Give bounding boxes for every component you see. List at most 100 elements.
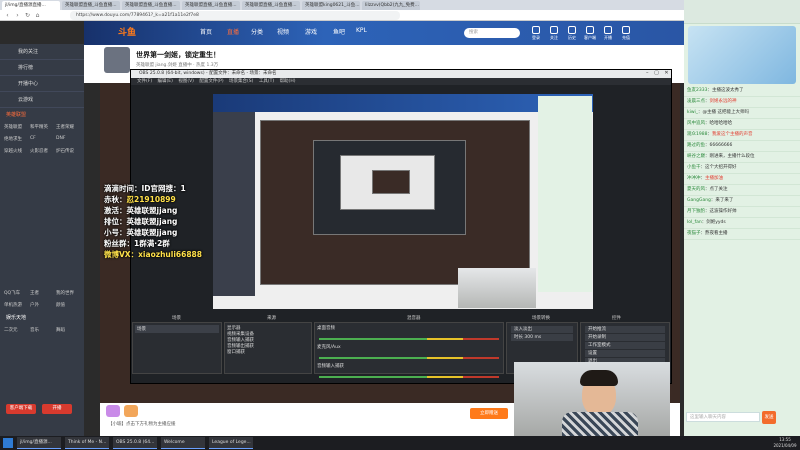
- forward-icon[interactable]: ›: [14, 12, 21, 19]
- obs-title-bar: OBS 25.0.8 (64-bit, windows) - 配置文件：未命名 …: [131, 70, 671, 78]
- avatar[interactable]: [104, 47, 130, 73]
- chat-user: 峡谷之巅: [687, 154, 705, 159]
- back-icon[interactable]: ‹: [4, 12, 11, 19]
- category-link[interactable]: 户外: [30, 302, 54, 308]
- download-client-button[interactable]: 客户端下载: [6, 404, 36, 414]
- menu-help[interactable]: 帮助(H): [280, 79, 296, 84]
- start-recording-button[interactable]: 开始录制: [585, 334, 665, 341]
- taskbar-item[interactable]: Think of Me - N...: [65, 437, 109, 449]
- sidebar-item-follow[interactable]: 我的关注: [0, 44, 84, 60]
- category-link[interactable]: 王者: [30, 290, 54, 296]
- start-broadcast-button[interactable]: 开播: [42, 404, 72, 414]
- category-link[interactable]: 单机热游: [4, 302, 28, 308]
- start-streaming-button[interactable]: 开始推流: [585, 326, 665, 333]
- taskbar-item[interactable]: OBS 25.0.8 (64...: [113, 437, 157, 449]
- nav-live[interactable]: 直播: [227, 27, 239, 36]
- preview-chat: [538, 96, 592, 292]
- nav-home[interactable]: 首页: [200, 27, 212, 36]
- browser-tab[interactable]: jl/img/直播源直播...: [2, 1, 60, 10]
- windows-start-icon[interactable]: [3, 438, 13, 448]
- category-link[interactable]: 音乐: [30, 327, 54, 333]
- search-input[interactable]: 搜索: [464, 28, 520, 38]
- window-controls[interactable]: – ▢ ✕: [646, 70, 669, 76]
- category-link[interactable]: 王者荣耀: [56, 124, 80, 130]
- follow-icon[interactable]: 关注: [546, 26, 562, 41]
- taskbar-item[interactable]: League of Lege...: [209, 437, 253, 449]
- menu-scene-collection[interactable]: 场景集合(S): [229, 79, 253, 84]
- gift-icon[interactable]: [106, 405, 120, 417]
- category-link[interactable]: 二次元: [4, 327, 28, 333]
- category-link[interactable]: 我的世界: [56, 290, 80, 296]
- browser-tab[interactable]: 英雄联盟king0621_斗鱼...: [302, 1, 360, 10]
- category-link[interactable]: 炉石传说: [56, 148, 80, 154]
- category-link[interactable]: 绝地求生: [4, 136, 28, 142]
- history-icon[interactable]: 历史: [564, 26, 580, 41]
- overlay-line: 小号：英雄联盟jjang: [104, 228, 178, 237]
- category-link[interactable]: QQ飞车: [4, 290, 28, 296]
- send-button[interactable]: 发送: [762, 411, 776, 424]
- streamer-shirt: [562, 412, 638, 436]
- sidebar-buttons: 客户端下载 开播: [6, 404, 72, 414]
- menu-profile[interactable]: 配置文件(P): [199, 79, 223, 84]
- menu-edit[interactable]: 编辑(E): [158, 79, 173, 84]
- category-link[interactable]: 舞蹈: [56, 327, 80, 333]
- nav-kpl[interactable]: KPL: [356, 27, 367, 34]
- browser-tab[interactable]: 英雄联盟直播_斗鱼直播...: [122, 1, 180, 10]
- category-link[interactable]: 颜值: [56, 302, 80, 308]
- category-link[interactable]: 穿越火线: [4, 148, 28, 154]
- overlay-line: 排位：英雄联盟jjang: [104, 217, 178, 226]
- taskbar-item[interactable]: Welcome: [161, 437, 205, 449]
- menu-file[interactable]: 文件(F): [137, 79, 152, 84]
- chat-message: 路过的鱼：66666666: [684, 141, 800, 152]
- category-link[interactable]: 英雄联盟: [4, 124, 28, 130]
- studio-mode-button[interactable]: 工作室模式: [585, 342, 665, 349]
- sidebar-item-center[interactable]: 开播中心: [0, 76, 84, 92]
- client-icon[interactable]: 客户端: [582, 26, 598, 41]
- nav-game[interactable]: 游戏: [305, 27, 317, 36]
- broadcast-icon[interactable]: 开播: [600, 26, 616, 41]
- dock-title-controls: 控件: [612, 316, 621, 321]
- settings-button[interactable]: 设置: [585, 350, 665, 357]
- mixer-channel-label: 音频输入捕获: [317, 364, 344, 369]
- audio-mixer-dock: 桌面音频 麦克风/Aux 音频输入捕获: [314, 322, 504, 378]
- preview-nested-obs-3: [372, 170, 410, 194]
- send-gift-button[interactable]: 立即赠送: [470, 408, 508, 419]
- sidebar-item-rank[interactable]: 排行榜: [0, 60, 84, 76]
- category-link[interactable]: 火影忍者: [30, 148, 54, 154]
- source-item[interactable]: 窗口捕获: [227, 349, 309, 355]
- chat-message-list: 鱼友2333：主播这波太秀了 凌晨三点：剑姬永远的神 kiwi_：@主播 这把能…: [684, 86, 800, 240]
- menu-tools[interactable]: 工具(T): [259, 79, 274, 84]
- transition-select[interactable]: 淡入淡出: [511, 326, 573, 333]
- nav-yuba[interactable]: 鱼吧: [333, 27, 345, 36]
- sidebar-item-cloud[interactable]: 云游戏: [0, 92, 84, 108]
- refresh-icon[interactable]: ↻: [24, 12, 31, 19]
- browser-tab[interactable]: lilzzvv(Qbb2)九九_免费...: [362, 1, 420, 10]
- volume-meter[interactable]: [319, 338, 499, 340]
- chat-message: 月下独酌：这波操作好帅: [684, 207, 800, 218]
- home-icon[interactable]: ⌂: [34, 12, 41, 19]
- scene-item[interactable]: 场景: [135, 325, 219, 333]
- category-link[interactable]: CF: [30, 136, 54, 142]
- browser-tab[interactable]: 英雄联盟直播_斗鱼直播...: [62, 1, 120, 10]
- category-grid: 英雄联盟 和平精英 王者荣耀 绝地求生 CF DNF 穿越火线 火影忍者 炉石传…: [0, 121, 84, 157]
- url-input[interactable]: https://www.douyu.com/7789461?_k=a21f1a1…: [70, 11, 400, 20]
- chat-banner[interactable]: [688, 26, 796, 84]
- chat-message: 风中追风：哈哈哈哈哈: [684, 119, 800, 130]
- volume-meter[interactable]: [319, 376, 499, 378]
- nav-video[interactable]: 视频: [277, 27, 289, 36]
- transition-duration[interactable]: 时长 300 ms: [511, 334, 573, 341]
- volume-meter[interactable]: [319, 357, 499, 359]
- system-clock[interactable]: 13:55 2021/04/09: [770, 437, 800, 449]
- gift-icon[interactable]: [124, 405, 138, 417]
- login-icon[interactable]: 登录: [528, 26, 544, 41]
- chat-input[interactable]: 这里输入聊天内容: [686, 412, 760, 422]
- taskbar-item[interactable]: jl/img/直播源...: [17, 437, 61, 449]
- recharge-icon[interactable]: 充值: [618, 26, 634, 41]
- menu-view[interactable]: 视图(V): [178, 79, 194, 84]
- browser-tab[interactable]: 英雄联盟直播_斗鱼直播...: [242, 1, 300, 10]
- category-link[interactable]: DNF: [56, 136, 80, 142]
- nav-category[interactable]: 分类: [251, 27, 263, 36]
- site-logo[interactable]: 斗鱼: [118, 25, 136, 38]
- browser-tab[interactable]: 英雄联盟直播_斗鱼直播...: [182, 1, 240, 10]
- category-link[interactable]: 和平精英: [30, 124, 54, 130]
